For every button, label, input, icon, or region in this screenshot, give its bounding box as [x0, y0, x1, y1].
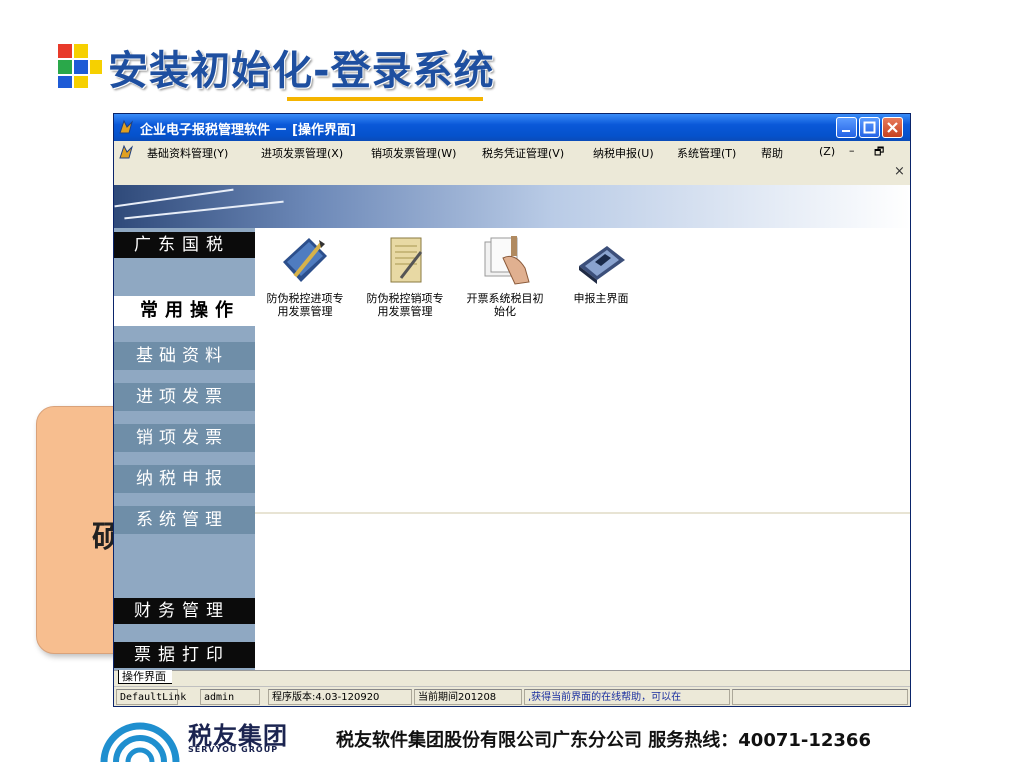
banner-top-strip [114, 163, 910, 185]
footer-brand-en: SERVYOU GROUP [188, 745, 279, 754]
tile-tax-item-init[interactable]: 开票系统税目初 始化 [455, 232, 555, 318]
tile-label: 防伪税控销项专 [366, 292, 444, 305]
hand-papers-icon [484, 236, 530, 285]
menu-tax-declaration[interactable]: 纳税申报(U) [593, 145, 654, 161]
window-title: 企业电子报税管理软件 － [操作界面] [140, 123, 356, 138]
sidebar-item-system[interactable]: 系统管理 [114, 506, 255, 534]
tile-label: 防伪税控进项专 [266, 292, 344, 305]
minimize-button[interactable] [836, 117, 857, 138]
mdi-restore-button[interactable]: 🗗 [874, 143, 884, 162]
app-icon [119, 119, 133, 134]
sidebar-item-common[interactable]: 常用操作 [114, 296, 255, 326]
menu-tax-voucher[interactable]: 税务凭证管理(V) [482, 145, 564, 161]
app-window: 企业电子报税管理软件 － [操作界面] 基础资料管理(Y) 进项发票管理(X) … [113, 113, 911, 707]
pen-document-icon [283, 238, 327, 282]
menu-input-invoice[interactable]: 进项发票管理(X) [261, 145, 343, 161]
tile-output-invoice[interactable]: 防伪税控销项专 用发票管理 [355, 232, 455, 318]
menu-bar: 基础资料管理(Y) 进项发票管理(X) 销项发票管理(W) 税务凭证管理(V) … [114, 141, 910, 163]
minimize-icon [842, 130, 850, 132]
tile-label: 用发票管理 [277, 305, 333, 318]
status-period: 当前期间201208 [414, 689, 522, 705]
status-bar: DefaultLink admin 程序版本:4.03-120920 当前期间2… [114, 686, 910, 706]
tile-label: 用发票管理 [377, 305, 433, 318]
menu-help[interactable]: 帮助 [761, 145, 783, 161]
menu-z[interactable]: (Z) [819, 145, 835, 158]
menu-system[interactable]: 系统管理(T) [677, 145, 736, 161]
mdi-close-button[interactable]: × [894, 164, 905, 179]
menu-basic-data[interactable]: 基础资料管理(Y) [147, 145, 228, 161]
sidebar-item-finance[interactable]: 财务管理 [114, 598, 255, 624]
tile-declaration-main[interactable]: 申报主界面 [551, 232, 651, 305]
status-help: ,获得当前界面的在线帮助，可以在 [524, 689, 730, 705]
tab-operation[interactable]: 操作界面 [118, 670, 172, 684]
title-underline [287, 97, 483, 101]
menu-output-invoice[interactable]: 销项发票管理(W) [371, 145, 456, 161]
close-icon [887, 122, 898, 133]
window-titlebar[interactable]: 企业电子报税管理软件 － [操作界面] [114, 114, 910, 141]
slide-logo-icon [58, 44, 104, 90]
servyou-logo-icon [100, 722, 180, 762]
tile-input-invoice[interactable]: 防伪税控进项专 用发票管理 [255, 232, 355, 318]
tab-strip: 操作界面 [114, 670, 910, 684]
sidebar-region: 广东国税 [114, 232, 255, 258]
close-button[interactable] [882, 117, 903, 138]
notepad-pencil-icon [390, 237, 423, 283]
sidebar-item-input-invoice[interactable]: 进项发票 [114, 383, 255, 411]
status-empty [732, 689, 908, 705]
sidebar-item-basic-data[interactable]: 基础资料 [114, 342, 255, 370]
sidebar-item-tax-declaration[interactable]: 纳税申报 [114, 465, 255, 493]
maximize-button[interactable] [859, 117, 880, 138]
maximize-icon [863, 121, 876, 134]
mdi-minimize-button[interactable]: – [849, 144, 855, 157]
footer-text: 税友软件集团股份有限公司广东分公司 服务热线：40071-12366 [336, 730, 871, 751]
tile-label: 开票系统税目初 [466, 292, 544, 305]
tile-label: 始化 [494, 305, 516, 318]
slide: 安装初始化-登录系统 硕 企业电子报税管理软件 － [操作界面] 基础资料管理(… [0, 0, 1024, 768]
sidebar: 广东国税 常用操作 基础资料 进项发票 销项发票 纳税申报 系统管理 财务管理 … [114, 228, 255, 670]
status-link: DefaultLink [116, 689, 186, 705]
app-small-icon[interactable] [118, 144, 134, 160]
status-user: admin [200, 689, 260, 705]
status-version: 程序版本:4.03-120920 [268, 689, 412, 705]
content-lower-panel [255, 512, 910, 670]
content-panel: 防伪税控进项专 用发票管理 防伪税控销项专 用发票管理 开票系统税目初 始化 申… [255, 228, 910, 512]
sidebar-item-output-invoice[interactable]: 销项发票 [114, 424, 255, 452]
sidebar-item-print[interactable]: 票据打印 [114, 642, 255, 668]
tile-label: 申报主界面 [573, 292, 629, 305]
floppy-disk-icon [579, 246, 625, 284]
slide-title: 安装初始化-登录系统 [108, 48, 495, 94]
